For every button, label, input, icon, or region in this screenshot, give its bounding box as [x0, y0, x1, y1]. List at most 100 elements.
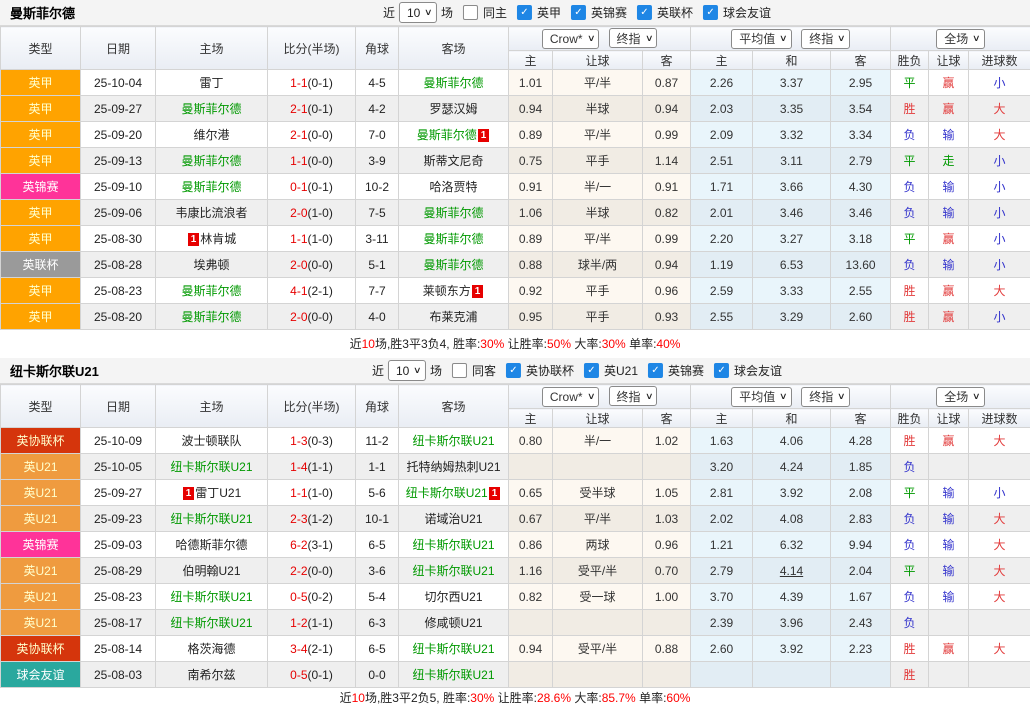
match-score: 6-2(3-1): [268, 532, 356, 558]
avg-draw[interactable]: 4.14: [753, 558, 831, 584]
half-time-score: (1-1): [308, 616, 333, 630]
match-score: 1-1(1-0): [268, 480, 356, 506]
sub-header-goals: 进球数: [969, 409, 1030, 428]
avg-source-select[interactable]: 平均值∨: [731, 387, 792, 407]
away-team: 曼斯菲尔德: [399, 70, 509, 96]
half-time-score: (0-1): [308, 180, 333, 194]
avg-group-header: 平均值∨ 终指∨: [691, 27, 891, 51]
team-name-text: 维尔港: [193, 128, 229, 142]
team-name-text: 曼斯菲尔德: [181, 180, 241, 194]
league-badge: 英U21: [1, 480, 81, 506]
odds-index-select[interactable]: 终指∨: [609, 28, 658, 48]
team-name: 纽卡斯尔联U21: [10, 361, 99, 380]
match-row: 英甲25-09-13曼斯菲尔德1-1(0-0)3-9斯蒂文尼奇0.75平手1.1…: [1, 148, 1030, 174]
odds-handicap: 平手: [553, 148, 643, 174]
sub-header-odds-away: 客: [643, 409, 691, 428]
match-score: 2-1(0-0): [268, 122, 356, 148]
filter-controls: 近 10∨ 场 同主 英甲 英锦赛 英联杯 球会友谊: [383, 2, 771, 23]
odds-source-select[interactable]: Crow*∨: [542, 387, 599, 407]
team-name-text: 雷丁: [199, 76, 223, 90]
league-filter-label: 英协联杯: [526, 362, 574, 379]
half-time-score: (0-2): [308, 590, 333, 604]
odds-source-select[interactable]: Crow*∨: [542, 29, 599, 49]
league-badge: 英U21: [1, 558, 81, 584]
odds-home: 0.94: [509, 636, 553, 662]
result-goals: 小: [969, 226, 1030, 252]
odds-handicap: 平手: [553, 278, 643, 304]
avg-draw: 4.24: [753, 454, 831, 480]
odds-group-header: Crow*∨ 终指∨: [509, 27, 691, 51]
league-filter-checkbox[interactable]: [637, 5, 652, 20]
league-badge: 英U21: [1, 584, 81, 610]
match-score: 1-1(0-0): [268, 148, 356, 174]
match-score: 1-1(0-1): [268, 70, 356, 96]
league-filter-checkbox[interactable]: [506, 363, 521, 378]
away-team: 曼斯菲尔德1: [399, 122, 509, 148]
avg-index-select[interactable]: 终指∨: [801, 387, 850, 407]
match-date: 25-09-23: [81, 506, 156, 532]
league-filter-checkbox[interactable]: [517, 5, 532, 20]
scope-select[interactable]: 全场∨: [936, 387, 985, 407]
league-filter-label: 球会友谊: [734, 362, 782, 379]
half-time-score: (0-0): [308, 564, 333, 578]
same-venue-checkbox[interactable]: [452, 363, 467, 378]
avg-draw: 3.92: [753, 636, 831, 662]
league-badge: 英甲: [1, 278, 81, 304]
result-group-header: 全场∨: [891, 27, 1030, 51]
match-count-select[interactable]: 10∨: [399, 2, 437, 23]
team-name-text: 罗瑟汉姆: [429, 102, 477, 116]
league-badge: 英U21: [1, 506, 81, 532]
league-filter-checkbox[interactable]: [714, 363, 729, 378]
full-time-score: 1-2: [290, 616, 307, 630]
match-date: 25-08-17: [81, 610, 156, 636]
match-count-select[interactable]: 10∨: [388, 360, 426, 381]
sub-header-wdl: 胜负: [891, 409, 929, 428]
team-name-text: 韦康比流浪者: [175, 206, 247, 220]
league-filter-checkbox[interactable]: [584, 363, 599, 378]
result-goals: [969, 454, 1030, 480]
home-team: 雷丁: [156, 70, 268, 96]
match-date: 25-09-10: [81, 174, 156, 200]
half-time-score: (0-1): [308, 668, 333, 682]
corners: 4-2: [356, 96, 399, 122]
result-handicap: 输: [929, 200, 969, 226]
match-score: 1-4(1-1): [268, 454, 356, 480]
odds-index-select[interactable]: 终指∨: [609, 386, 658, 406]
match-score: 1-1(1-0): [268, 226, 356, 252]
games-label: 场: [430, 362, 442, 379]
result-wdl: 胜: [891, 428, 929, 454]
scope-select[interactable]: 全场∨: [936, 29, 985, 49]
full-time-score: 3-4: [290, 642, 307, 656]
result-handicap: 输: [929, 252, 969, 278]
league-filter-checkbox[interactable]: [648, 363, 663, 378]
league-filter-checkbox[interactable]: [703, 5, 718, 20]
sub-header-handicap: 让球: [553, 51, 643, 70]
avg-home: 2.55: [691, 304, 753, 330]
corners: 7-7: [356, 278, 399, 304]
team-name-text: 曼斯菲尔德: [181, 102, 241, 116]
home-team: 纽卡斯尔联U21: [156, 454, 268, 480]
odds-handicap: 平/半: [553, 70, 643, 96]
home-team: 伯明翰U21: [156, 558, 268, 584]
odds-away: [643, 454, 691, 480]
team-name-text: 纽卡斯尔联U21: [412, 434, 494, 448]
match-count-value: 10: [407, 6, 420, 20]
result-goals: 小: [969, 148, 1030, 174]
same-venue-checkbox[interactable]: [463, 5, 478, 20]
matches-table: 类型 日期 主场 比分(半场) 角球 客场 Crow*∨ 终指∨ 平均值∨ 终指…: [0, 26, 1030, 330]
col-header-home: 主场: [156, 385, 268, 428]
result-handicap: 输: [929, 532, 969, 558]
team-name-text: 纽卡斯尔联U21: [406, 486, 488, 500]
avg-source-value: 平均值: [739, 30, 775, 47]
league-filter-checkbox[interactable]: [571, 5, 586, 20]
avg-index-select[interactable]: 终指∨: [801, 29, 850, 49]
corners: 10-2: [356, 174, 399, 200]
result-wdl: 胜: [891, 304, 929, 330]
corners: 1-1: [356, 454, 399, 480]
result-handicap: 走: [929, 148, 969, 174]
corners: 11-2: [356, 428, 399, 454]
odds-handicap: [553, 610, 643, 636]
avg-draw: 3.92: [753, 480, 831, 506]
avg-source-select[interactable]: 平均值∨: [731, 29, 792, 49]
match-date: 25-08-20: [81, 304, 156, 330]
